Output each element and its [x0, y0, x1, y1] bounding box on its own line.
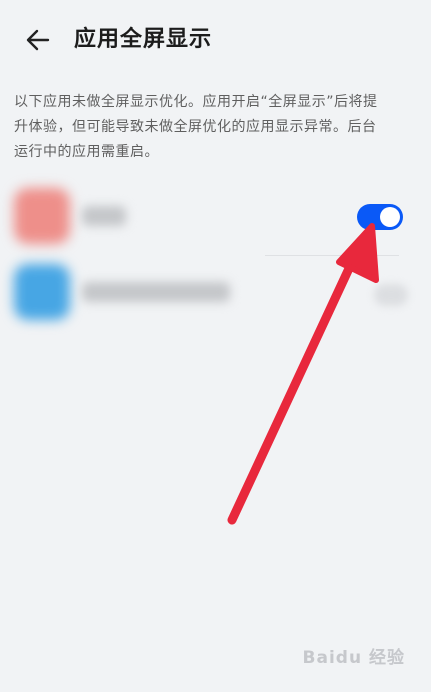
arrow-left-icon [26, 29, 50, 51]
app-name [82, 206, 126, 226]
app-icon [14, 264, 70, 320]
description-line: 运行中的应用需重启。 [14, 144, 159, 160]
description-line: 升体验，但可能导致未做全屏优化的应用显示异常。后台 [14, 119, 377, 135]
fullscreen-toggle[interactable] [357, 204, 403, 230]
back-button[interactable] [20, 22, 56, 58]
row-divider [265, 255, 399, 256]
app-row[interactable] [0, 258, 431, 330]
app-icon [14, 188, 70, 244]
app-name [82, 282, 230, 302]
header: 应用全屏显示 [0, 0, 431, 80]
page-title: 应用全屏显示 [74, 27, 213, 52]
watermark: Baidu 经验 [302, 648, 405, 668]
description-text: 以下应用未做全屏显示优化。应用开启“全屏显示”后将提 升体验，但可能导致未做全屏… [14, 90, 414, 165]
fullscreen-toggle[interactable] [374, 284, 408, 306]
description-line: 以下应用未做全屏显示优化。应用开启“全屏显示”后将提 [14, 94, 378, 110]
app-row[interactable] [0, 182, 431, 254]
toggle-knob [380, 207, 400, 227]
